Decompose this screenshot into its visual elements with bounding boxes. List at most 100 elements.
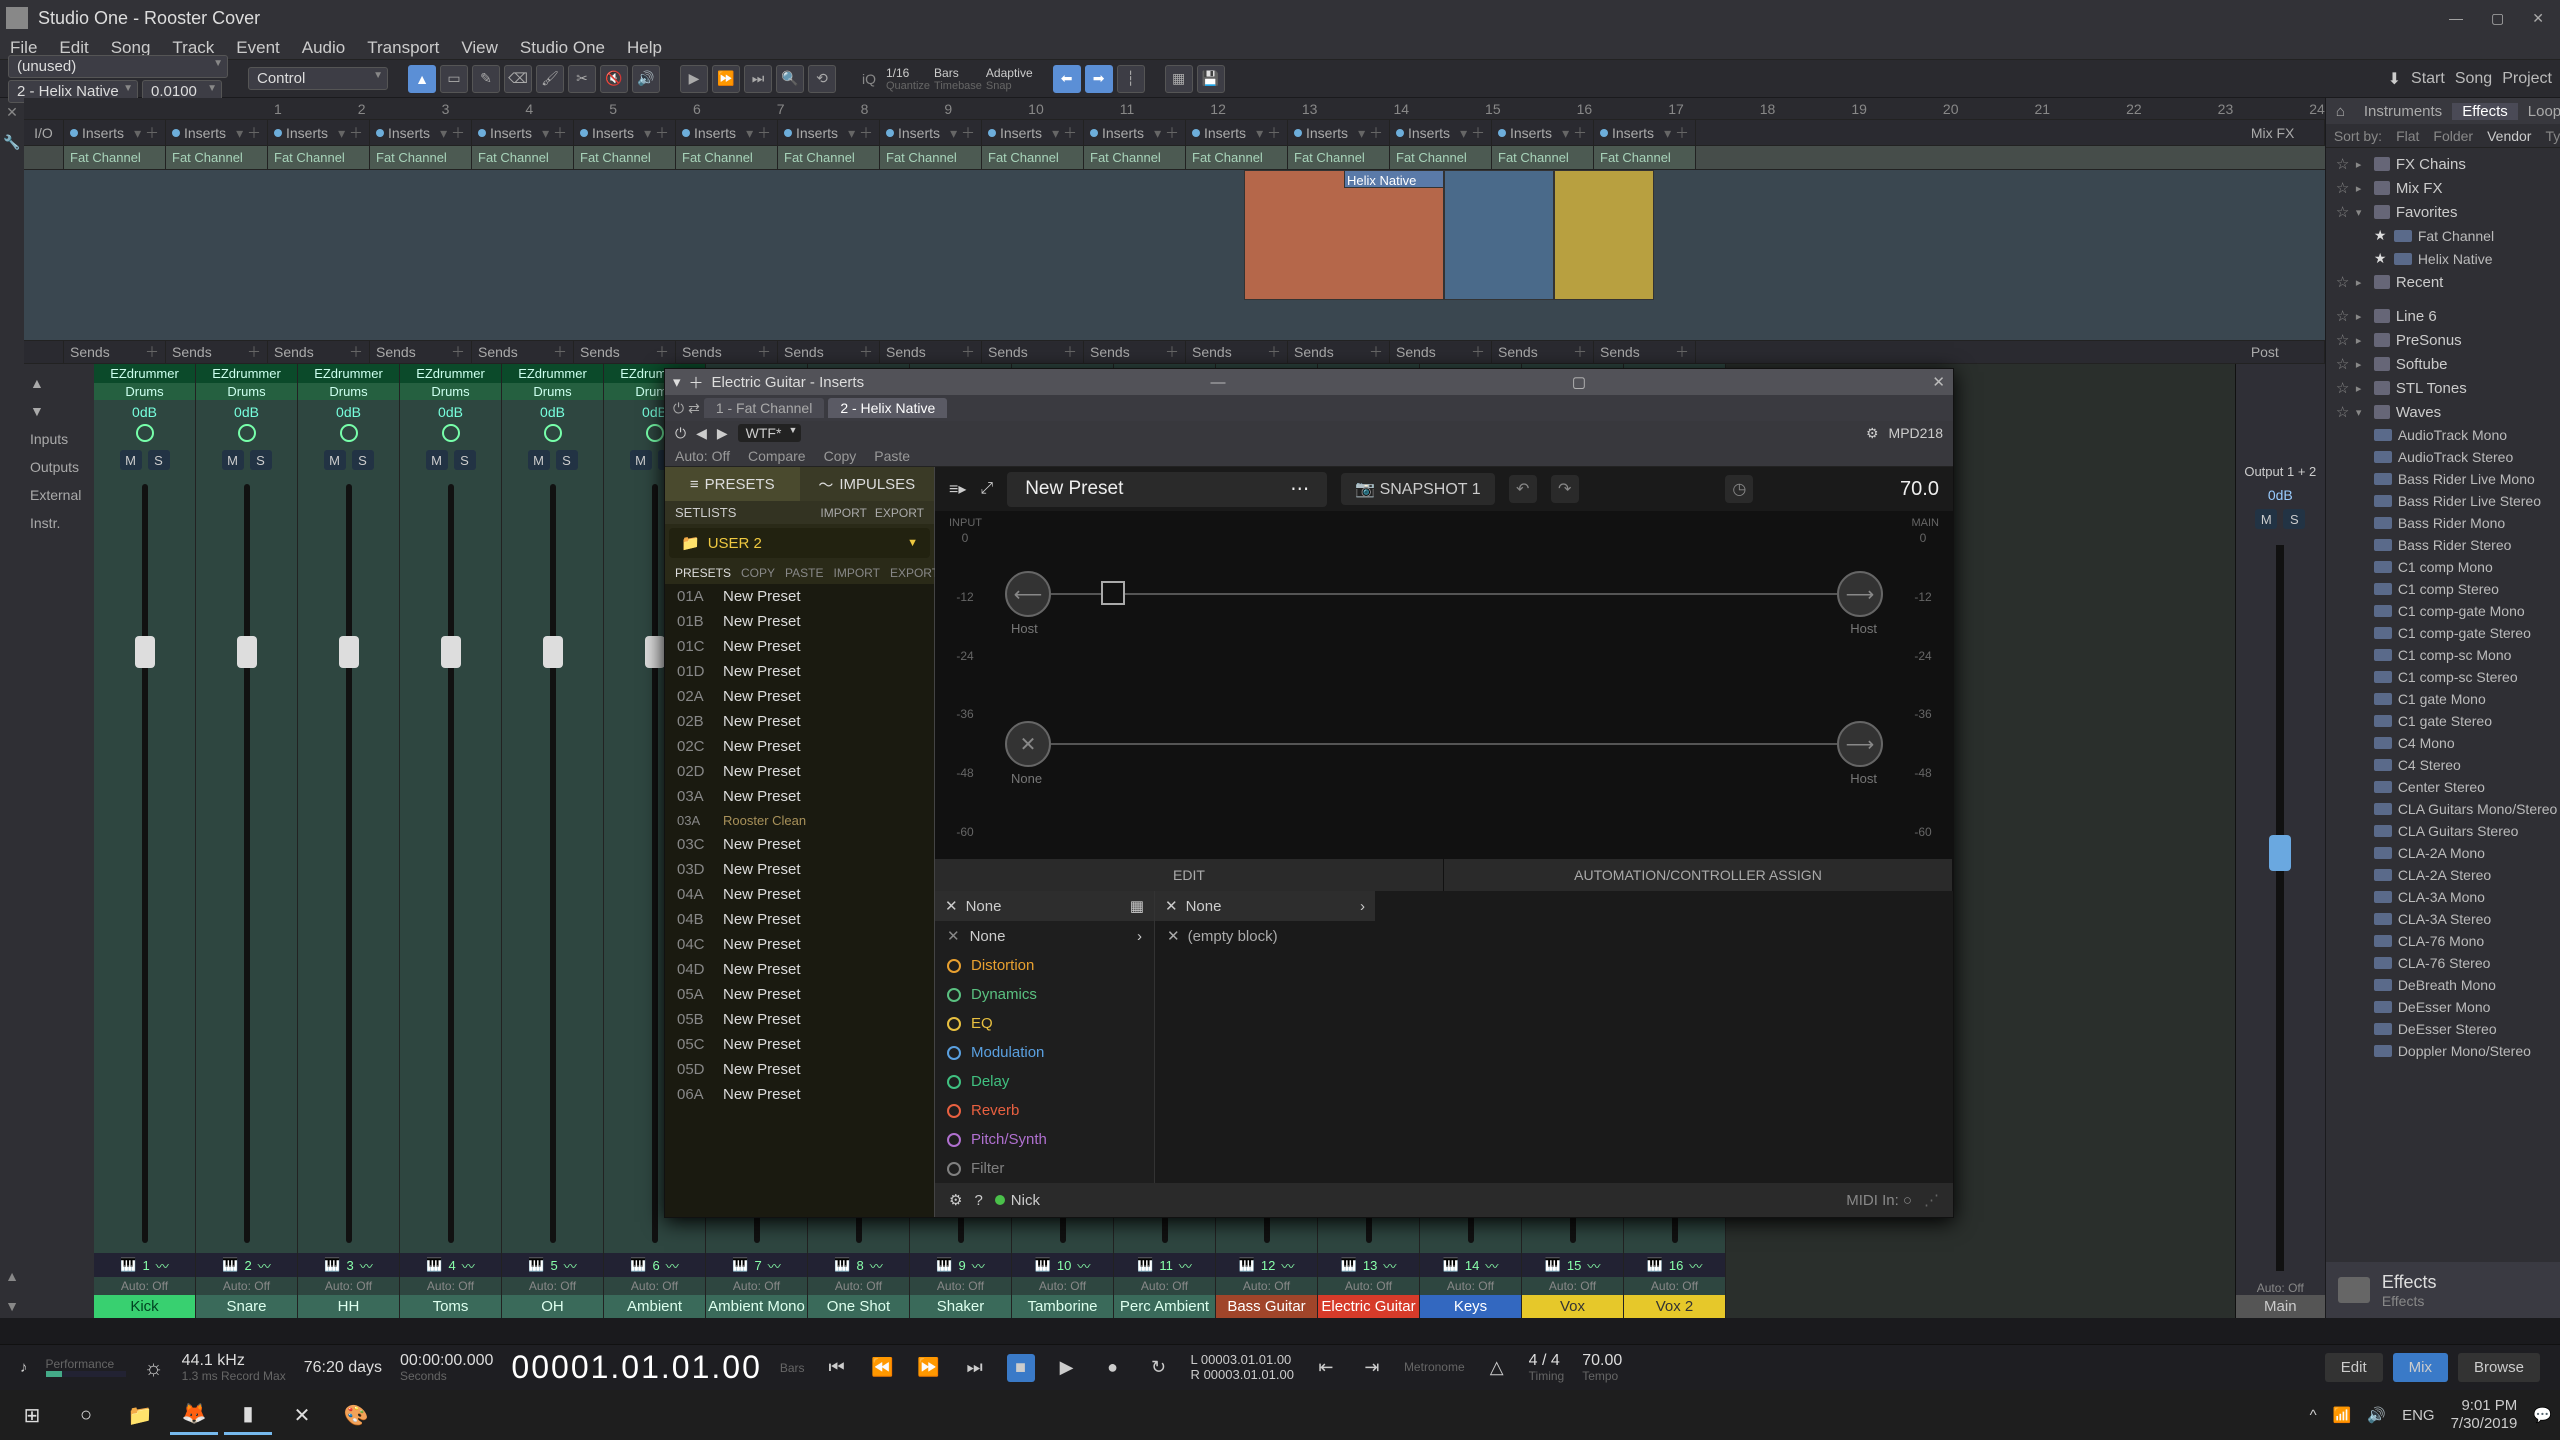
lang-indicator[interactable]: ENG [2402, 1407, 2435, 1424]
start-button[interactable]: ⊞ [8, 1395, 56, 1435]
paste-button[interactable]: Paste [874, 448, 910, 464]
tree-plugin[interactable]: Bass Rider Live Mono [2326, 468, 2560, 490]
fatchannel-cell[interactable]: Fat Channel [574, 146, 676, 169]
browser-tree[interactable]: ☆▸FX Chains☆▸Mix FX☆▾Favorites★ Fat Chan… [2326, 148, 2560, 1262]
tree-plugin[interactable]: C1 gate Stereo [2326, 710, 2560, 732]
preset-item[interactable]: 03ANew Preset [665, 784, 934, 809]
tree-plugin[interactable]: C4 Mono [2326, 732, 2560, 754]
master-solo[interactable]: S [2283, 509, 2305, 529]
preset-item[interactable]: 05CNew Preset [665, 1032, 934, 1057]
sends-cell[interactable]: Sends ＋ [778, 341, 880, 363]
preset-item[interactable]: 06ANew Preset [665, 1082, 934, 1107]
explorer-icon[interactable]: 📁 [116, 1395, 164, 1435]
goto-start[interactable]: ⏮ [823, 1354, 851, 1382]
category-filter[interactable]: Filter [935, 1154, 1154, 1183]
tree-plugin[interactable]: DeEsser Mono [2326, 996, 2560, 1018]
quantize-display[interactable]: 1/16Quantize [886, 66, 930, 92]
channel-label[interactable]: Bass Guitar [1216, 1295, 1317, 1318]
browser-tab[interactable]: Loops [2518, 103, 2560, 120]
autopunch-icon[interactable]: ⇥ [1358, 1354, 1386, 1382]
home-icon[interactable]: ⌂ [2326, 103, 2354, 120]
channel-label[interactable]: One Shot [808, 1295, 909, 1318]
ffe-tool[interactable]: ⏭ [744, 65, 772, 93]
fatchannel-cell[interactable]: Fat Channel [1594, 146, 1696, 169]
channel-label[interactable]: Kick [94, 1295, 195, 1318]
master-mute[interactable]: M [2255, 509, 2277, 529]
tree-plugin[interactable]: DeBreath Mono [2326, 974, 2560, 996]
tree-folder[interactable]: ☆▸STL Tones [2326, 376, 2560, 400]
tree-plugin[interactable]: C1 comp-sc Stereo [2326, 666, 2560, 688]
browser-tab[interactable]: Effects [2452, 103, 2518, 120]
close-task-icon[interactable]: ✕ [278, 1395, 326, 1435]
preset-item[interactable]: 02BNew Preset [665, 709, 934, 734]
category-reverb[interactable]: Reverb [935, 1096, 1154, 1125]
snap-display[interactable]: AdaptiveSnap [986, 66, 1033, 92]
system-clock[interactable]: 9:01 PM7/30/2019 [2451, 1397, 2518, 1433]
sends-cell[interactable]: Sends ＋ [370, 341, 472, 363]
inserts-cell[interactable]: Inserts ▾ ＋ [880, 120, 982, 145]
channel-label[interactable]: Shaker [910, 1295, 1011, 1318]
sends-cell[interactable]: Sends ＋ [1594, 341, 1696, 363]
fatchannel-cell[interactable]: Fat Channel [1492, 146, 1594, 169]
presets-tab[interactable]: ≡ PRESETS [665, 467, 800, 501]
sends-cell[interactable]: Sends ＋ [64, 341, 166, 363]
fatchannel-cell[interactable]: Fat Channel [1186, 146, 1288, 169]
clip-helix[interactable]: Helix Native [1344, 170, 1444, 188]
sends-cell[interactable]: Sends ＋ [1288, 341, 1390, 363]
fader-cap[interactable] [237, 636, 257, 668]
inserts-cell[interactable]: Inserts ▾ ＋ [1492, 120, 1594, 145]
wrench-icon[interactable]: 🔧 [0, 134, 24, 154]
solo-button[interactable]: S [250, 450, 272, 470]
preset-item[interactable]: 03CNew Preset [665, 832, 934, 857]
mixer-section-outputs[interactable]: Outputs [28, 456, 90, 478]
tempo-icon[interactable]: ◷ [1725, 475, 1753, 503]
snap-left[interactable]: ⬅ [1053, 65, 1081, 93]
page-project[interactable]: Project [2502, 70, 2552, 88]
sends-cell[interactable]: Sends ＋ [676, 341, 778, 363]
studioone-icon[interactable]: ▮ [224, 1395, 272, 1435]
menu-view[interactable]: View [461, 38, 498, 58]
category-eq[interactable]: EQ [935, 1009, 1154, 1038]
tree-plugin[interactable]: CLA-3A Mono [2326, 886, 2560, 908]
preset-item[interactable]: 04ANew Preset [665, 882, 934, 907]
collapse-down-icon[interactable]: ▼ [0, 1298, 24, 1318]
inserts-cell[interactable]: Inserts ▾ ＋ [370, 120, 472, 145]
channel-label[interactable]: Tamborine [1012, 1295, 1113, 1318]
menu-event[interactable]: Event [236, 38, 279, 58]
tree-plugin[interactable]: CLA-76 Mono [2326, 930, 2560, 952]
preset-item[interactable]: 02CNew Preset [665, 734, 934, 759]
help-icon[interactable]: ? [974, 1192, 982, 1209]
browse-view[interactable]: Browse [2458, 1353, 2540, 1382]
mute-button[interactable]: M [630, 450, 652, 470]
snap-toggle[interactable]: ┆ [1117, 65, 1145, 93]
tree-folder[interactable]: ☆▸Softube [2326, 352, 2560, 376]
split-tool[interactable]: ✂ [568, 65, 596, 93]
range-tool[interactable]: ▭ [440, 65, 468, 93]
plugin-titlebar[interactable]: ▾ ＋ Electric Guitar - Inserts — ▢ ✕ [665, 369, 1953, 395]
import-setlist[interactable]: IMPORT [820, 506, 866, 520]
performance-meter[interactable]: Performance [46, 1358, 126, 1377]
solo-button[interactable]: S [556, 450, 578, 470]
chev-right-icon[interactable]: › [1360, 898, 1365, 915]
solo-button[interactable]: S [352, 450, 374, 470]
snapshot-selector[interactable]: 📷 SNAPSHOT 1 [1341, 473, 1494, 505]
mix-view[interactable]: Mix [2393, 1353, 2448, 1382]
pan-knob[interactable] [442, 424, 460, 442]
browser-tab[interactable]: Instruments [2354, 103, 2452, 120]
inserts-cell[interactable]: Inserts ▾ ＋ [64, 120, 166, 145]
power-icon[interactable]: ⏻ [673, 400, 684, 417]
close-button[interactable]: ✕ [2532, 10, 2544, 27]
tray-chevron-icon[interactable]: ^ [2310, 1407, 2317, 1424]
preset-item[interactable]: 03DNew Preset [665, 857, 934, 882]
inserts-cell[interactable]: Inserts ▾ ＋ [1594, 120, 1696, 145]
fader-cap[interactable] [543, 636, 563, 668]
preset-item[interactable]: 01DNew Preset [665, 659, 934, 684]
fatchannel-cell[interactable]: Fat Channel [880, 146, 982, 169]
preset-item[interactable]: 05ANew Preset [665, 982, 934, 1007]
sends-cell[interactable]: Sends ＋ [574, 341, 676, 363]
fatchannel-cell[interactable]: Fat Channel [1084, 146, 1186, 169]
inserts-cell[interactable]: Inserts ▾ ＋ [166, 120, 268, 145]
inserts-cell[interactable]: Inserts ▾ ＋ [1288, 120, 1390, 145]
expand-icon[interactable]: ✕ [0, 104, 24, 124]
channel-label[interactable]: Vox 2 [1624, 1295, 1725, 1318]
